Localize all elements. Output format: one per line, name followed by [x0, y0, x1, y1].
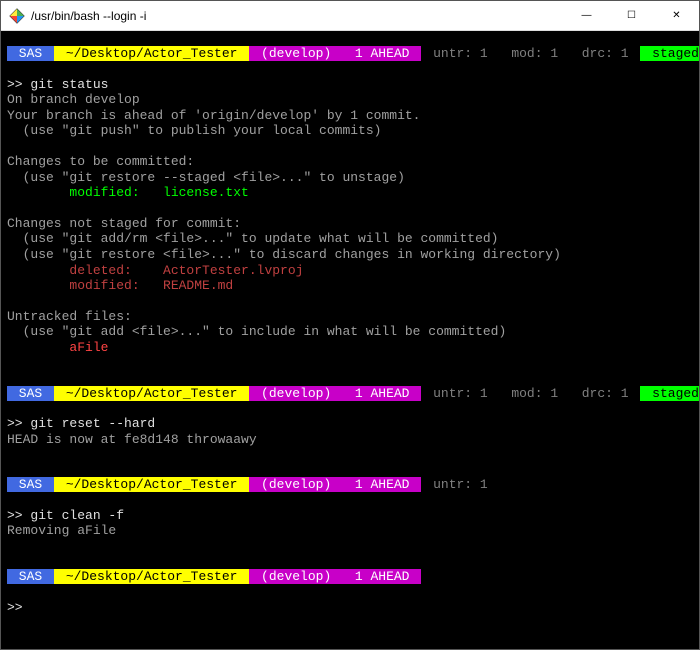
seg-mod: mod: 1 — [500, 386, 570, 401]
window-controls: — ☐ ✕ — [564, 1, 699, 30]
output-line: Removing aFile — [1, 523, 699, 539]
terminal-body[interactable]: SAS ~/Desktop/Actor_Tester (develop) 1 A… — [1, 31, 699, 649]
status-bar-3: SAS ~/Desktop/Actor_Tester (develop) 1 A… — [1, 477, 500, 492]
status-bar-2: SAS ~/Desktop/Actor_Tester (develop) 1 A… — [1, 386, 699, 401]
seg-path: ~/Desktop/Actor_Tester — [54, 46, 249, 61]
seg-sas: SAS — [7, 46, 54, 61]
seg-branch: (develop) — [249, 46, 343, 61]
seg-sas: SAS — [7, 477, 54, 492]
output-line: (use "git add/rm <file>..." to update wh… — [1, 231, 699, 247]
close-button[interactable]: ✕ — [654, 1, 699, 30]
window-title: /usr/bin/bash --login -i — [31, 9, 564, 23]
modified-file: modified: README.md — [1, 278, 699, 294]
seg-drc: drc: 1 — [570, 46, 640, 61]
deleted-file: deleted: ActorTester.lvproj — [1, 263, 699, 279]
untracked-file: aFile — [1, 340, 699, 356]
output-line: Your branch is ahead of 'origin/develop'… — [1, 108, 699, 124]
seg-drc: drc: 1 — [570, 386, 640, 401]
seg-ahead: 1 AHEAD — [343, 569, 421, 584]
status-bar-1: SAS ~/Desktop/Actor_Tester (develop) 1 A… — [1, 46, 699, 61]
seg-ahead: 1 AHEAD — [343, 386, 421, 401]
seg-untr: untr: 1 — [421, 46, 499, 61]
output-line: (use "git restore --staged <file>..." to… — [1, 170, 699, 186]
staged-file: modified: license.txt — [1, 185, 699, 201]
seg-staged: staged: 1 — [640, 46, 699, 61]
output-line: HEAD is now at fe8d148 throwaawy — [1, 432, 699, 448]
seg-untr: untr: 1 — [421, 386, 499, 401]
output-line: (use "git add <file>..." to include in w… — [1, 324, 699, 340]
output-line: Untracked files: — [1, 309, 699, 325]
output-line: (use "git push" to publish your local co… — [1, 123, 699, 139]
output-line: On branch develop — [1, 92, 699, 108]
seg-untr: untr: 1 — [421, 477, 499, 492]
prompt[interactable]: >> — [1, 600, 699, 616]
seg-path: ~/Desktop/Actor_Tester — [54, 477, 249, 492]
seg-path: ~/Desktop/Actor_Tester — [54, 569, 249, 584]
seg-branch: (develop) — [249, 386, 343, 401]
cmd-git-clean: >> git clean -f — [1, 508, 699, 524]
output-line: (use "git restore <file>..." to discard … — [1, 247, 699, 263]
seg-sas: SAS — [7, 386, 54, 401]
status-bar-4: SAS ~/Desktop/Actor_Tester (develop) 1 A… — [1, 569, 421, 584]
output-line: Changes to be committed: — [1, 154, 699, 170]
terminal-window: /usr/bin/bash --login -i — ☐ ✕ SAS ~/Des… — [0, 0, 700, 650]
seg-branch: (develop) — [249, 569, 343, 584]
output-line: Changes not staged for commit: — [1, 216, 699, 232]
app-icon — [9, 8, 25, 24]
titlebar[interactable]: /usr/bin/bash --login -i — ☐ ✕ — [1, 1, 699, 31]
cmd-git-reset: >> git reset --hard — [1, 416, 699, 432]
maximize-button[interactable]: ☐ — [609, 1, 654, 30]
seg-mod: mod: 1 — [500, 46, 570, 61]
seg-ahead: 1 AHEAD — [343, 477, 421, 492]
seg-branch: (develop) — [249, 477, 343, 492]
seg-ahead: 1 AHEAD — [343, 46, 421, 61]
seg-sas: SAS — [7, 569, 54, 584]
cmd-git-status: >> git status — [1, 77, 699, 93]
seg-staged: staged: 1 — [640, 386, 699, 401]
minimize-button[interactable]: — — [564, 1, 609, 30]
seg-path: ~/Desktop/Actor_Tester — [54, 386, 249, 401]
